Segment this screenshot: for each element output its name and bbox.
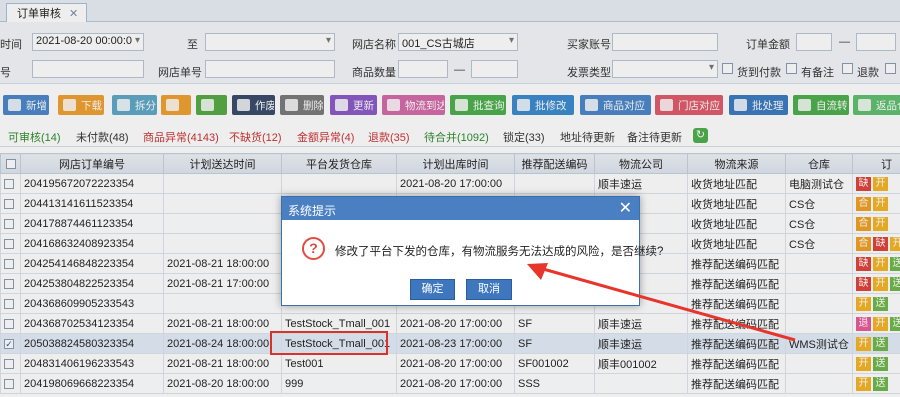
arrow-shaft — [535, 265, 796, 342]
annotation-arrow — [527, 263, 796, 342]
arrow-head — [527, 263, 548, 280]
